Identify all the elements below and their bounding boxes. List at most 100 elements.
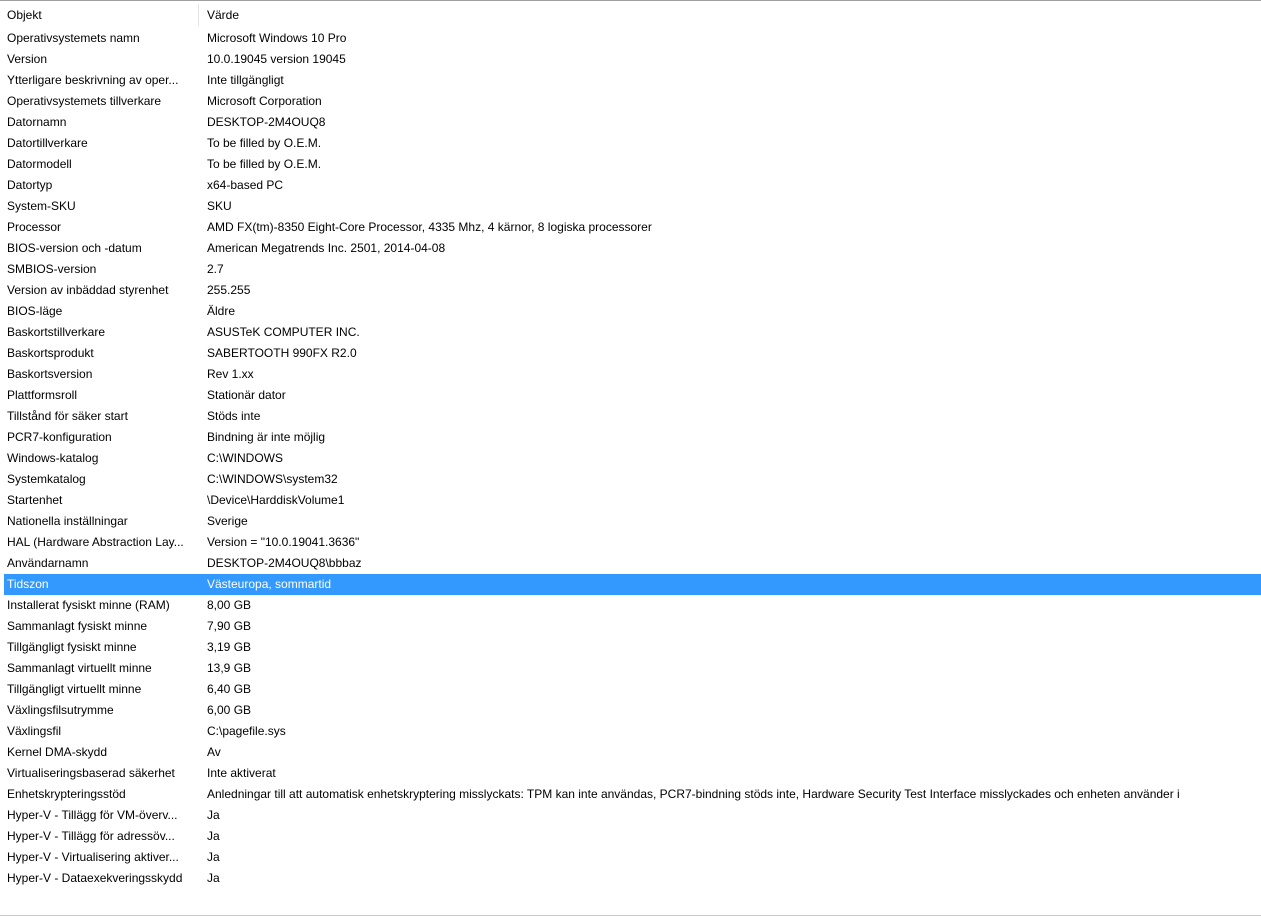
- table-row[interactable]: Hyper-V - Dataexekveringsskydd Ja: [0, 868, 1261, 889]
- row-item-value: Stöds inte: [207, 409, 261, 423]
- row-item-name: Tillgängligt fysiskt minne: [7, 640, 137, 654]
- list-header: Objekt Värde: [0, 4, 1261, 26]
- row-item-value: 3,19 GB: [207, 640, 252, 654]
- row-item-name: Operativsystemets namn: [7, 31, 140, 45]
- row-item-value: Bindning är inte möjlig: [207, 430, 326, 444]
- row-item-value: Ja: [207, 808, 220, 822]
- table-row[interactable]: Användarnamn DESKTOP-2M4OUQ8\bbbaz: [0, 553, 1261, 574]
- row-item-value: Av: [207, 745, 221, 759]
- table-row[interactable]: System-SKU SKU: [0, 196, 1261, 217]
- row-item-name: System-SKU: [7, 199, 76, 213]
- table-row[interactable]: Enhetskrypteringsstöd Anledningar till at…: [0, 784, 1261, 805]
- row-item-name: Hyper-V - Dataexekveringsskydd: [7, 871, 183, 885]
- row-item-value: Sverige: [207, 514, 248, 528]
- table-row[interactable]: PCR7-konfiguration Bindning är inte möjli…: [0, 427, 1261, 448]
- row-item-value: Ja: [207, 871, 220, 885]
- row-item-name: BIOS-läge: [7, 304, 63, 318]
- row-item-value: SABERTOOTH 990FX R2.0: [207, 346, 357, 360]
- row-item-name: Ytterligare beskrivning av oper...: [7, 73, 179, 87]
- table-row[interactable]: Baskortsprodukt SABERTOOTH 990FX R2.0: [0, 343, 1261, 364]
- row-item-value: Rev 1.xx: [207, 367, 254, 381]
- table-row[interactable]: Nationella inställningar Sverige: [0, 511, 1261, 532]
- row-item-name: Sammanlagt virtuellt minne: [7, 661, 152, 675]
- table-row[interactable]: Baskortsversion Rev 1.xx: [0, 364, 1261, 385]
- row-item-name: Baskortsprodukt: [7, 346, 94, 360]
- column-header-object[interactable]: Objekt: [0, 4, 199, 26]
- row-item-value: C:\pagefile.sys: [207, 724, 286, 738]
- row-item-value: 13,9 GB: [207, 661, 252, 675]
- row-item-name: Installerat fysiskt minne (RAM): [7, 598, 170, 612]
- table-row[interactable]: Kernel DMA-skydd Av: [0, 742, 1261, 763]
- table-row[interactable]: Sammanlagt fysiskt minne 7,90 GB: [0, 616, 1261, 637]
- table-row[interactable]: Datortillverkare To be filled by O.E.M.: [0, 133, 1261, 154]
- row-item-value: Anledningar till att automatisk enhetskr…: [207, 787, 1180, 801]
- row-item-value: SKU: [207, 199, 232, 213]
- table-row[interactable]: Systemkatalog C:\WINDOWS\system32: [0, 469, 1261, 490]
- row-item-value: Version = "10.0.19041.3636": [207, 535, 360, 549]
- table-row[interactable]: Tillstånd för säker start Stöds inte: [0, 406, 1261, 427]
- table-row[interactable]: Ytterligare beskrivning av oper... Inte t…: [0, 70, 1261, 91]
- table-row[interactable]: Operativsystemets tillverkare Microsoft C…: [0, 91, 1261, 112]
- table-row[interactable]: Virtualiseringsbaserad säkerhet Inte akti…: [0, 763, 1261, 784]
- row-item-name: PCR7-konfiguration: [7, 430, 112, 444]
- row-item-value: 6,00 GB: [207, 703, 252, 717]
- table-row[interactable]: Version av inbäddad styrenhet 255.255: [0, 280, 1261, 301]
- row-item-value: Microsoft Windows 10 Pro: [207, 31, 347, 45]
- table-row[interactable]: Tillgängligt virtuellt minne 6,40 GB: [0, 679, 1261, 700]
- row-item-name: Växlingsfilsutrymme: [7, 703, 114, 717]
- row-item-name: Datortillverkare: [7, 136, 88, 150]
- table-row[interactable]: Datortyp x64-based PC: [0, 175, 1261, 196]
- table-row[interactable]: Växlingsfilsutrymme 6,00 GB: [0, 700, 1261, 721]
- table-row[interactable]: Hyper-V - Tillägg för VM-överv... Ja: [0, 805, 1261, 826]
- table-row[interactable]: HAL (Hardware Abstraction Lay... Version …: [0, 532, 1261, 553]
- table-row[interactable]: Baskortstillverkare ASUSTeK COMPUTER INC.: [0, 322, 1261, 343]
- row-item-value: Äldre: [207, 304, 236, 318]
- table-row[interactable]: Växlingsfil C:\pagefile.sys: [0, 721, 1261, 742]
- table-row[interactable]: SMBIOS-version 2.7: [0, 259, 1261, 280]
- row-item-name: HAL (Hardware Abstraction Lay...: [7, 535, 184, 549]
- row-item-value: 8,00 GB: [207, 598, 252, 612]
- row-item-value: To be filled by O.E.M.: [207, 136, 322, 150]
- row-item-value: DESKTOP-2M4OUQ8\bbbaz: [207, 556, 362, 570]
- row-item-name: Växlingsfil: [7, 724, 62, 738]
- table-row[interactable]: Hyper-V - Tillägg för adressöv... Ja: [0, 826, 1261, 847]
- row-item-name: Processor: [7, 220, 62, 234]
- table-row[interactable]: Startenhet \Device\HarddiskVolume1: [0, 490, 1261, 511]
- row-item-value: 255.255: [207, 283, 251, 297]
- column-header-value[interactable]: Värde: [207, 8, 239, 22]
- table-row[interactable]: Tillgängligt fysiskt minne 3,19 GB: [0, 637, 1261, 658]
- row-item-name: Kernel DMA-skydd: [7, 745, 108, 759]
- row-item-name: Sammanlagt fysiskt minne: [7, 619, 148, 633]
- column-header-object-label: Objekt: [7, 8, 42, 22]
- row-item-value: Stationär dator: [207, 388, 286, 402]
- row-item-name: Baskortsversion: [7, 367, 93, 381]
- table-row[interactable]: Datornamn DESKTOP-2M4OUQ8: [0, 112, 1261, 133]
- row-item-name: Plattformsroll: [7, 388, 78, 402]
- row-item-name: Hyper-V - Tillägg för adressöv...: [7, 829, 175, 843]
- table-row[interactable]: Hyper-V - Virtualisering aktiver... Ja: [0, 847, 1261, 868]
- row-item-name: BIOS-version och -datum: [7, 241, 142, 255]
- row-item-value: 7,90 GB: [207, 619, 252, 633]
- row-item-name: Windows-katalog: [7, 451, 99, 465]
- table-row-selected[interactable]: Tidszon Västeuropa, sommartid: [0, 574, 1261, 595]
- table-row[interactable]: BIOS-läge Äldre: [0, 301, 1261, 322]
- table-row[interactable]: Datormodell To be filled by O.E.M.: [0, 154, 1261, 175]
- row-item-value: Västeuropa, sommartid: [207, 577, 332, 591]
- table-row[interactable]: Operativsystemets namn Microsoft Windows …: [0, 28, 1261, 49]
- row-item-value: x64-based PC: [207, 178, 284, 192]
- row-item-name: Operativsystemets tillverkare: [7, 94, 162, 108]
- system-summary-list[interactable]: Operativsystemets namn Microsoft Windows …: [0, 28, 1261, 889]
- table-row[interactable]: Windows-katalog C:\WINDOWS: [0, 448, 1261, 469]
- table-row[interactable]: Installerat fysiskt minne (RAM) 8,00 GB: [0, 595, 1261, 616]
- row-item-value: 6,40 GB: [207, 682, 252, 696]
- table-row[interactable]: Sammanlagt virtuellt minne 13,9 GB: [0, 658, 1261, 679]
- table-row[interactable]: BIOS-version och -datum American Megatren…: [0, 238, 1261, 259]
- row-item-name: SMBIOS-version: [7, 262, 97, 276]
- table-row[interactable]: Plattformsroll Stationär dator: [0, 385, 1261, 406]
- row-item-name: Nationella inställningar: [7, 514, 128, 528]
- table-row[interactable]: Processor AMD FX(tm)-8350 Eight-Core Proc…: [0, 217, 1261, 238]
- row-item-value: Inte tillgängligt: [207, 73, 284, 87]
- row-item-name: Hyper-V - Virtualisering aktiver...: [7, 850, 179, 864]
- row-item-name: Enhetskrypteringsstöd: [7, 787, 126, 801]
- table-row[interactable]: Version 10.0.19045 version 19045: [0, 49, 1261, 70]
